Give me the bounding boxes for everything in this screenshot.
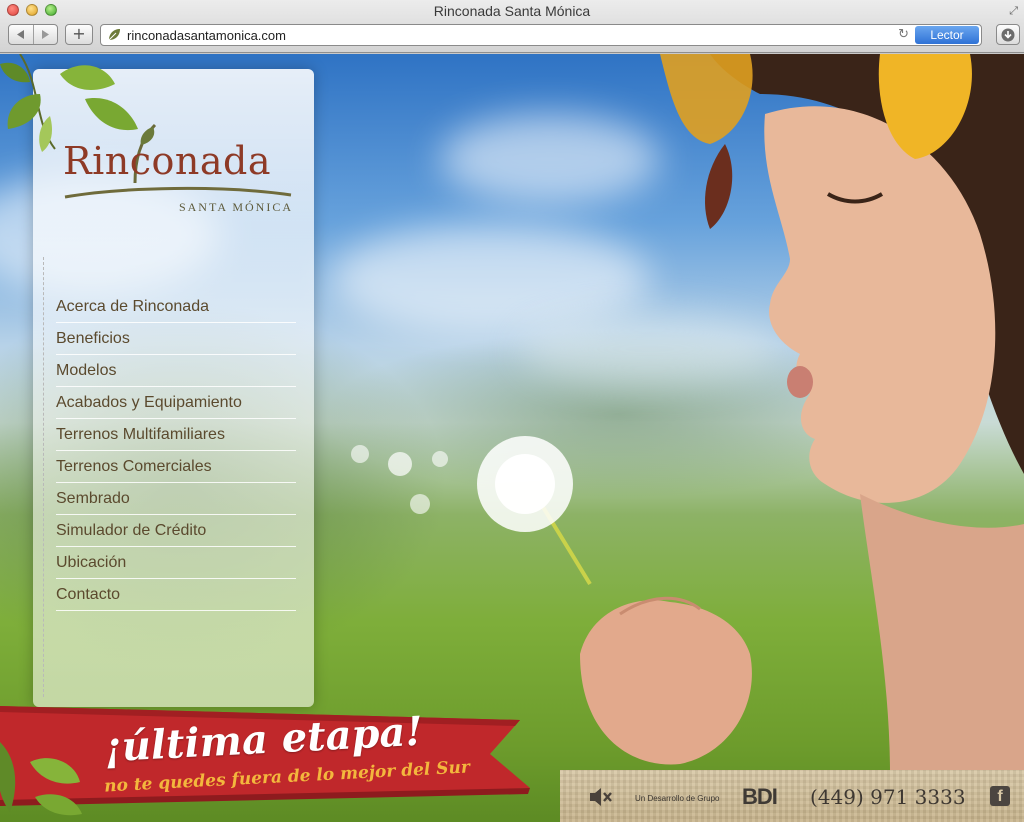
forward-arrow-icon — [42, 30, 50, 39]
nav-item-terrenos-comerciales[interactable]: Terrenos Comerciales — [56, 451, 296, 483]
history-nav — [8, 24, 58, 45]
downloads-button[interactable] — [996, 24, 1020, 45]
nav-item-sembrado[interactable]: Sembrado — [56, 483, 296, 515]
nav-item-modelos[interactable]: Modelos — [56, 355, 296, 387]
back-arrow-icon — [16, 30, 24, 39]
site-leaf-icon — [108, 29, 120, 41]
phone-number[interactable]: (449) 971 3333 — [810, 785, 966, 809]
logo-subtitle: SANTA MÓNICA — [178, 200, 293, 214]
nav-item-contacto[interactable]: Contacto — [56, 579, 296, 611]
new-tab-button[interactable]: + — [65, 24, 93, 45]
url-text[interactable]: rinconadasantamonica.com — [127, 28, 286, 43]
logo-swoosh — [64, 186, 292, 199]
forward-button[interactable] — [34, 25, 58, 44]
facebook-icon[interactable]: f — [990, 786, 1010, 806]
reload-icon[interactable]: ↻ — [898, 27, 909, 42]
back-button[interactable] — [9, 25, 34, 44]
fullscreen-icon[interactable]: ⤢ — [1009, 4, 1018, 18]
browser-toolbar: Rinconada Santa Mónica ⤢ + rinconadasant… — [0, 0, 1024, 53]
nav-item-ubicacion[interactable]: Ubicación — [56, 547, 296, 579]
reader-button[interactable]: Lector — [915, 26, 979, 44]
nav-item-beneficios[interactable]: Beneficios — [56, 323, 296, 355]
nav-item-acabados[interactable]: Acabados y Equipamiento — [56, 387, 296, 419]
nav-item-acerca[interactable]: Acerca de Rinconada — [56, 291, 296, 323]
child-photo — [580, 54, 1024, 774]
download-icon — [1001, 28, 1015, 41]
nav-item-simulador[interactable]: Simulador de Crédito — [56, 515, 296, 547]
page-content: Rinconada SANTA MÓNICA Acerca de Rincona… — [0, 54, 1024, 822]
mute-speaker-icon[interactable] — [588, 786, 614, 808]
nav-item-terrenos-multifamiliares[interactable]: Terrenos Multifamiliares — [56, 419, 296, 451]
footer-bar: Un Desarrollo de Grupo BDI (449) 971 333… — [560, 770, 1024, 822]
main-nav: Acerca de Rinconada Beneficios Modelos A… — [56, 291, 296, 611]
sidebar-panel: Rinconada SANTA MÓNICA Acerca de Rincona… — [33, 69, 314, 707]
dandelion-image — [351, 436, 592, 586]
developer-credit: Un Desarrollo de Grupo — [635, 794, 720, 803]
sidebar-divider — [43, 257, 44, 697]
address-bar[interactable]: rinconadasantamonica.com ↻ Lector — [100, 24, 982, 46]
window-title: Rinconada Santa Mónica — [433, 3, 591, 19]
bdi-logo[interactable]: BDI — [742, 784, 778, 810]
decorative-leaves — [0, 54, 138, 152]
